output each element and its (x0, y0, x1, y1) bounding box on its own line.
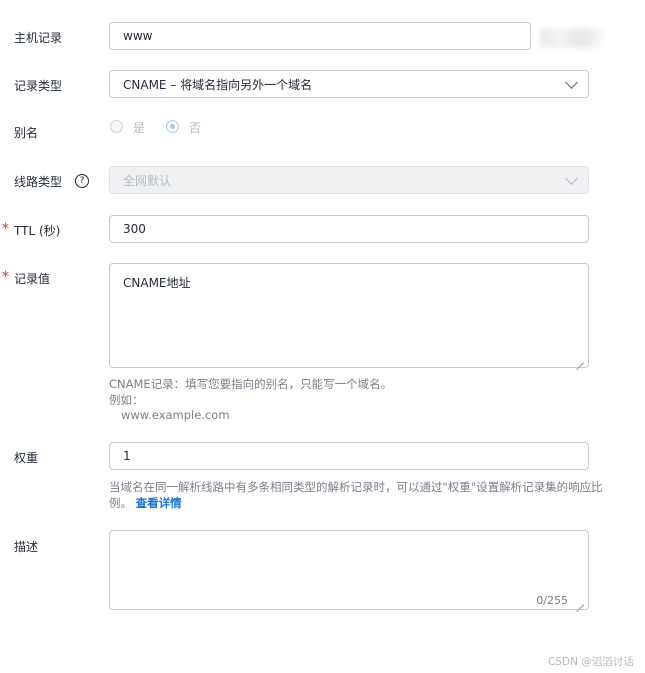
alias-radio-no[interactable] (166, 120, 179, 133)
resize-handle-icon[interactable] (576, 597, 584, 605)
char-counter: 0/255 (536, 594, 568, 607)
record-type-select[interactable]: CNAME – 将域名指向另外一个域名 (109, 70, 589, 98)
line-type-select: 全网默认 (109, 166, 589, 194)
description-label: 描述 (14, 540, 39, 554)
record-type-value: CNAME – 将域名指向另外一个域名 (123, 77, 313, 92)
watermark: CSDN @滔滔讨话 (548, 656, 634, 668)
alias-no-label: 否 (189, 121, 202, 135)
weight-hint: 当域名在同一解析线路中有多条相同类型的解析记录时，可以通过"权重"设置解析记录集… (109, 480, 603, 494)
host-input[interactable]: www (109, 22, 531, 50)
record-value-example: www.example.com (121, 408, 230, 422)
record-value-example-label: 例如： (109, 393, 144, 407)
weight-input[interactable]: 1 (109, 442, 589, 470)
help-icon[interactable]: ? (75, 174, 89, 188)
record-value-text: CNAME地址 (123, 276, 191, 290)
required-mark: * (2, 221, 9, 237)
weight-label: 权重 (14, 451, 39, 465)
alias-label: 别名 (14, 126, 39, 140)
host-value: www (123, 29, 153, 43)
weight-hint-line2: 例。 查看详情 (109, 495, 182, 511)
record-type-label: 记录类型 (14, 79, 63, 93)
line-type-value: 全网默认 (123, 173, 172, 188)
weight-hint-tail: 例。 (109, 496, 132, 510)
ttl-input[interactable]: 300 (109, 215, 589, 243)
chevron-down-icon (565, 172, 578, 185)
weight-value: 1 (123, 449, 131, 463)
required-mark: * (2, 269, 9, 285)
record-value-textarea[interactable]: CNAME地址 (109, 263, 589, 368)
line-type-label: 线路类型 (14, 175, 63, 189)
description-textarea[interactable]: 0/255 (109, 530, 589, 610)
record-value-hint: CNAME记录：填写您要指向的别名，只能写一个域名。 (109, 377, 393, 391)
host-label: 主机记录 (14, 31, 63, 45)
alias-radio-yes[interactable] (110, 120, 123, 133)
chevron-down-icon (565, 76, 578, 89)
blurred-suffix (540, 28, 602, 48)
ttl-value: 300 (123, 222, 146, 236)
view-details-link[interactable]: 查看详情 (136, 496, 182, 510)
record-value-label: 记录值 (14, 272, 51, 286)
ttl-label: TTL (秒) (14, 224, 61, 238)
alias-yes-label: 是 (133, 121, 146, 135)
resize-handle-icon[interactable] (576, 355, 584, 363)
